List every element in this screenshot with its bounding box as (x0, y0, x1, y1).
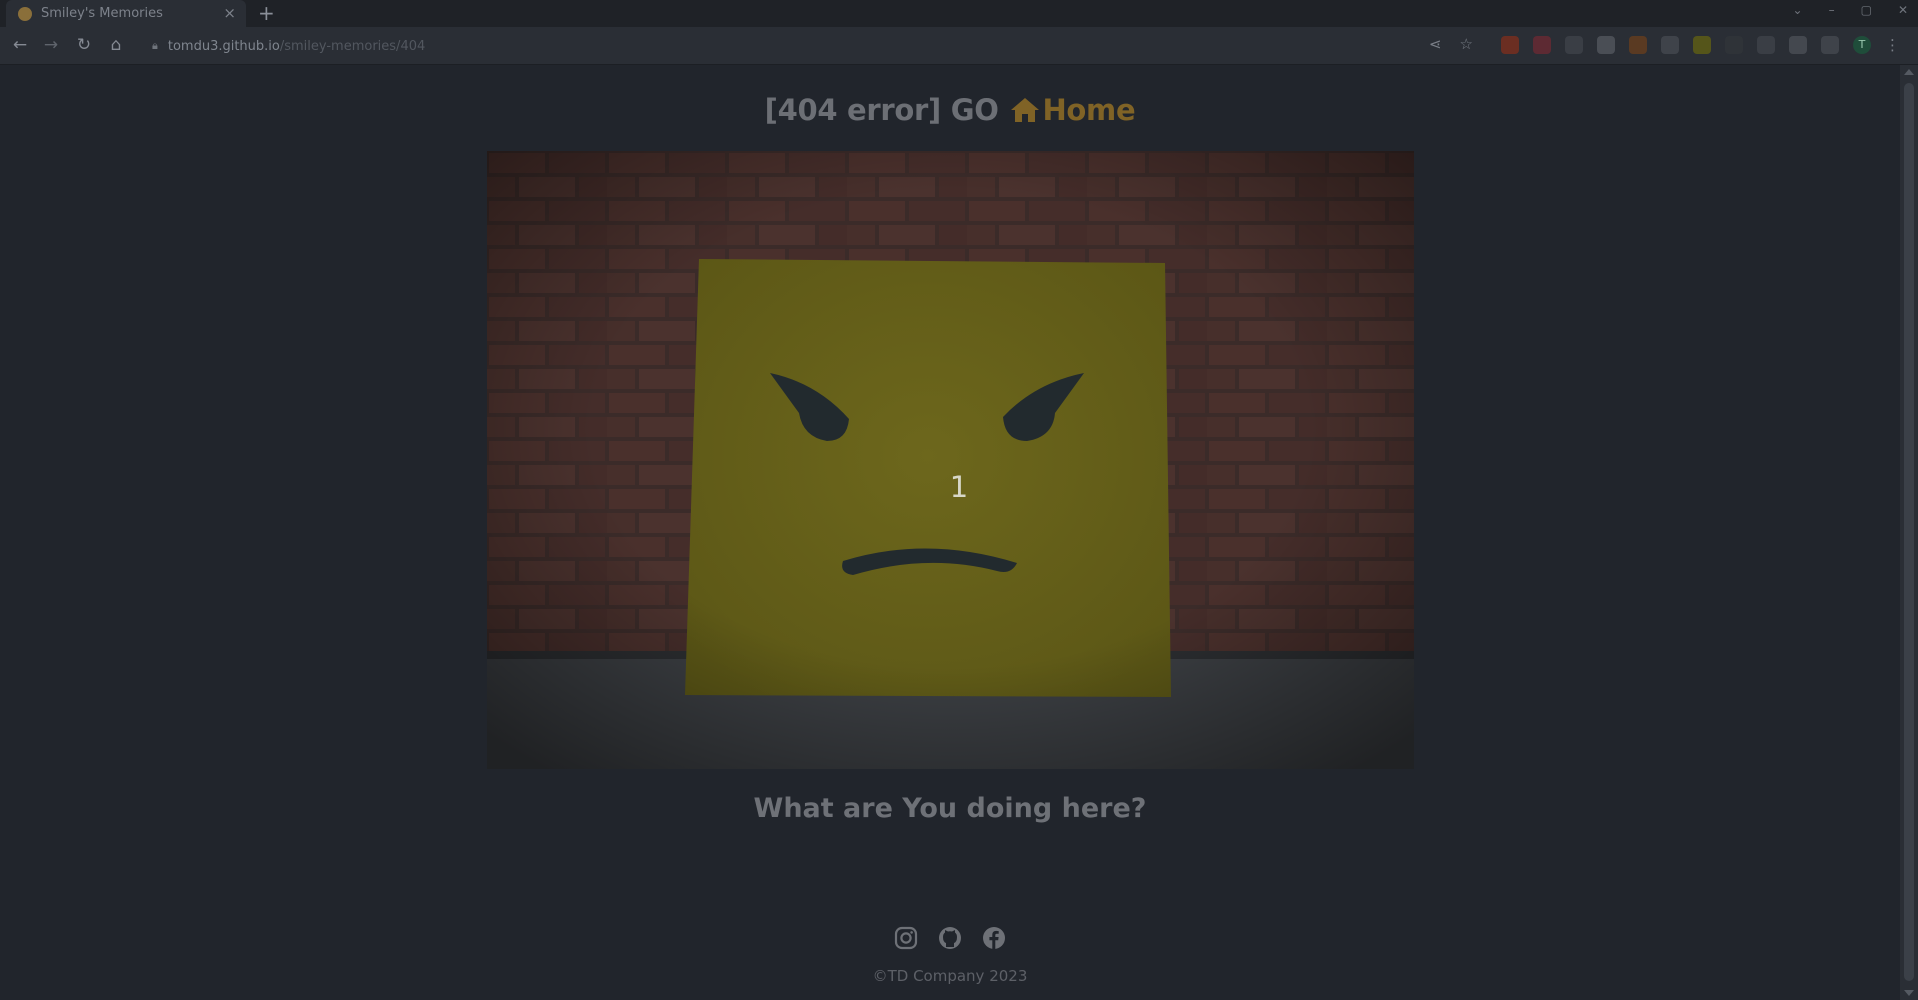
angry-smiley-photo (487, 151, 1414, 769)
tab-search-icon[interactable]: ⌄ (1793, 3, 1803, 17)
extension-cloud-icon[interactable] (1757, 36, 1775, 54)
scroll-up-icon[interactable] (1904, 69, 1914, 75)
minimize-icon[interactable]: – (1829, 3, 1835, 17)
browser-toolbar: ← → ↻ ⌂ 🔒︎ tomdu3.github.io/smiley-memor… (0, 27, 1918, 65)
extension-bottle-icon[interactable] (1597, 36, 1615, 54)
back-icon[interactable]: ← (9, 35, 31, 55)
url-path: /smiley-memories/404 (279, 38, 426, 54)
page-heading: [404 error] GO Home (0, 93, 1900, 127)
page-content: [404 error] GO Home What are You doing h… (0, 65, 1900, 1000)
smiley-favicon-icon (18, 6, 32, 21)
extension-ghost-icon[interactable] (1661, 36, 1679, 54)
url-host: tomdu3.github.io (167, 38, 280, 54)
home-link[interactable]: Home (1008, 93, 1136, 127)
reload-icon[interactable]: ↻ (73, 35, 95, 55)
instagram-link[interactable] (893, 925, 919, 951)
tab-close-icon[interactable]: × (223, 6, 236, 21)
address-actions: ⋖ ☆ (1429, 35, 1473, 53)
maximize-icon[interactable]: ▢ (1861, 3, 1872, 17)
address-bar[interactable]: 🔒︎ tomdu3.github.io/smiley-memories/404 (140, 32, 1440, 60)
home-icon (1011, 98, 1040, 122)
lock-icon: 🔒︎ (152, 39, 158, 52)
facebook-link[interactable] (981, 925, 1007, 951)
facebook-icon (983, 927, 1005, 949)
browser-tab[interactable]: Smiley's Memories × (6, 0, 246, 27)
new-tab-button[interactable]: + (258, 1, 275, 25)
bookmark-star-icon[interactable]: ☆ (1460, 35, 1473, 53)
github-link[interactable] (937, 925, 963, 951)
extension-gray-icon[interactable] (1565, 36, 1583, 54)
home-browser-icon[interactable]: ⌂ (105, 35, 127, 55)
page-scrollbar[interactable] (1900, 65, 1918, 1000)
scrollbar-thumb[interactable] (1904, 83, 1914, 981)
tab-title: Smiley's Memories (41, 6, 163, 21)
browser-tab-bar: Smiley's Memories × + ⌄ – ▢ ✕ (0, 0, 1918, 27)
extension-red-icon[interactable] (1533, 36, 1551, 54)
profile-avatar[interactable]: T (1853, 36, 1871, 54)
extension-g-icon[interactable] (1501, 36, 1519, 54)
window-close-icon[interactable]: ✕ (1898, 3, 1908, 17)
extensions-area: T ⋮ (1501, 36, 1900, 54)
copyright: ©TD Company 2023 (872, 967, 1028, 985)
instagram-icon (894, 926, 918, 950)
side-panel-icon[interactable] (1821, 36, 1839, 54)
extensions-puzzle-icon[interactable] (1789, 36, 1807, 54)
window-controls: ⌄ – ▢ ✕ (1793, 0, 1908, 20)
countdown-counter: 1 (949, 470, 969, 504)
angry-smiley-image (487, 151, 1414, 769)
forward-icon[interactable]: → (40, 35, 62, 55)
tagline: What are You doing here? (753, 793, 1147, 824)
scroll-down-icon[interactable] (1904, 990, 1914, 996)
extension-fp-icon[interactable] (1693, 36, 1711, 54)
error-label: [404 error] GO (764, 93, 999, 127)
extension-pen-icon[interactable] (1629, 36, 1647, 54)
social-links (0, 925, 1900, 951)
browser-menu-icon[interactable]: ⋮ (1885, 36, 1900, 54)
extension-moon-icon[interactable] (1725, 36, 1743, 54)
home-link-label: Home (1042, 93, 1136, 127)
github-icon (939, 927, 961, 949)
share-icon[interactable]: ⋖ (1429, 35, 1442, 53)
